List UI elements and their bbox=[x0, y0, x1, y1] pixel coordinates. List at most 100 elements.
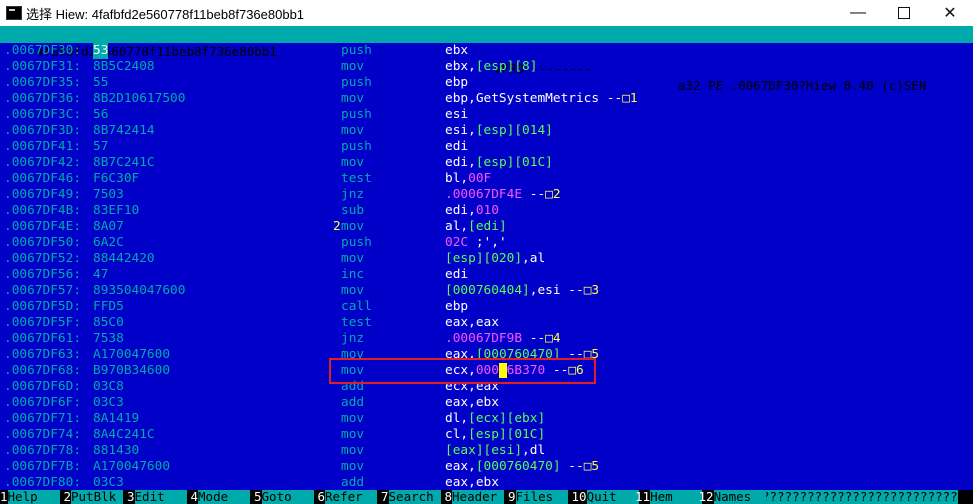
fkey-hem[interactable]: 11Hem bbox=[635, 490, 703, 504]
table-row[interactable]: .0067DF74: 8A4C241C mov cl,[esp][01C] bbox=[0, 427, 973, 443]
table-row[interactable]: .0067DF6D: 03C8 add ecx,eax bbox=[0, 379, 973, 395]
fkey-refer[interactable]: 6Refer bbox=[318, 490, 378, 504]
row-mnemonic: push bbox=[341, 75, 372, 90]
table-row[interactable]: .0067DF3D: 8B742414 mov esi,[esp][014] bbox=[0, 123, 973, 139]
table-row[interactable]: .0067DF41: 57 push edi bbox=[0, 139, 973, 155]
row-mnemonic: mov bbox=[341, 347, 365, 362]
table-row[interactable]: .0067DF4B: 83EF10 sub edi,010 bbox=[0, 203, 973, 219]
row-hex-bytes: 03C8 bbox=[93, 379, 124, 394]
table-row[interactable]: .0067DF5D: FFD5 call ebp bbox=[0, 299, 973, 315]
row-address: .0067DF6D: bbox=[4, 379, 82, 394]
disassembly-listing[interactable]: .0067DF30: 53 push ebx .0067DF31: 8B5C2408 mov… bbox=[0, 43, 973, 491]
row-address: .0067DF61: bbox=[4, 331, 82, 346]
row-mnemonic: mov bbox=[341, 251, 365, 266]
row-operands: eax,ebx bbox=[445, 475, 499, 491]
fkey-number: 11 bbox=[635, 490, 651, 504]
row-mnemonic: sub bbox=[341, 203, 365, 218]
row-address: .0067DF3D: bbox=[4, 123, 82, 138]
fkey-label: Mode bbox=[198, 490, 251, 504]
operand-token: [esp][01C] bbox=[475, 155, 553, 170]
hiew-console[interactable]: 4fafbfd2e560778f11beb8f736e80bb1 ↓FRO --… bbox=[0, 26, 973, 504]
row-address: .0067DF49: bbox=[4, 187, 82, 202]
row-operands: edi,010 bbox=[445, 203, 499, 219]
operand-token: [eax][esi] bbox=[445, 443, 523, 458]
row-hex-bytes: 7503 bbox=[93, 187, 124, 202]
table-row[interactable]: .0067DF57: 893504047600 mov [000760404],esi… bbox=[0, 283, 973, 299]
table-row[interactable]: .0067DF6F: 03C3 add eax,ebx bbox=[0, 395, 973, 411]
fkey-search[interactable]: 7Search bbox=[381, 490, 441, 504]
operand-token: [edi] bbox=[468, 219, 507, 234]
operand-token: [000760404] bbox=[445, 283, 530, 298]
operand-token: ecx,eax bbox=[445, 379, 499, 394]
operand-token: ecx, bbox=[445, 363, 476, 378]
table-row[interactable]: .0067DF68: B970B34600 mov ecx,00046B370 --□… bbox=[0, 363, 973, 379]
fkey-goto[interactable]: 5Goto bbox=[254, 490, 314, 504]
row-address: .0067DF30: bbox=[4, 43, 82, 58]
row-mnemonic: call bbox=[341, 299, 372, 314]
table-row[interactable]: .0067DF46: F6C30F test bl,00F bbox=[0, 171, 973, 187]
row-operands: [esp][020],al bbox=[445, 251, 545, 267]
fkey-number: 3 bbox=[127, 490, 135, 504]
row-operands: ecx,eax bbox=[445, 379, 499, 395]
table-row[interactable]: .0067DF49: 7503 jnz .00067DF4E --□2 bbox=[0, 187, 973, 203]
fkey-number: 8 bbox=[444, 490, 453, 504]
table-row[interactable]: .0067DF61: 7538 jnz .00067DF9B --□4 bbox=[0, 331, 973, 347]
table-row[interactable]: .0067DF80: 03C3 add eax,ebx bbox=[0, 475, 973, 491]
minimize-button[interactable]: — bbox=[835, 0, 881, 26]
table-row[interactable]: .0067DF56: 47 inc edi bbox=[0, 267, 973, 283]
operand-token: esi bbox=[445, 107, 469, 122]
table-row[interactable]: .0067DF71: 8A1419 mov dl,[ecx][ebx] bbox=[0, 411, 973, 427]
row-mnemonic: mov bbox=[341, 123, 365, 138]
table-row[interactable]: .0067DF5F: 85C0 test eax,eax bbox=[0, 315, 973, 331]
row-operands: [000760404],esi --□3 bbox=[445, 283, 599, 299]
table-row[interactable]: .0067DF52: 88442420 mov [esp][020],al bbox=[0, 251, 973, 267]
operand-token: -- bbox=[522, 331, 546, 346]
table-row[interactable]: .0067DF78: 881430 mov [eax][esi],dl bbox=[0, 443, 973, 459]
table-row[interactable]: .0067DF30: 53 push ebx bbox=[0, 43, 973, 59]
fkey-putblk[interactable]: 2PutBlk bbox=[64, 490, 124, 504]
table-row[interactable]: .0067DF36: 8B2D10617500 mov ebp,GetSystemMe… bbox=[0, 91, 973, 107]
table-row[interactable]: .0067DF63: A170047600 mov eax,[000760470] -… bbox=[0, 347, 973, 363]
fkey-label: Goto bbox=[261, 490, 314, 504]
row-mnemonic: test bbox=[341, 315, 372, 330]
fkey-help[interactable]: 1Help bbox=[0, 490, 60, 504]
fkey-mode[interactable]: 4Mode bbox=[191, 490, 251, 504]
row-operands: al,[edi] bbox=[445, 219, 507, 235]
fkey-quit[interactable]: 10Quit bbox=[572, 490, 639, 504]
row-mnemonic: jnz bbox=[341, 331, 365, 346]
table-row[interactable]: .0067DF3C: 56 push esi bbox=[0, 107, 973, 123]
row-mnemonic: mov bbox=[341, 411, 365, 426]
table-row[interactable]: .0067DF50: 6A2C push 02C ;',' bbox=[0, 235, 973, 251]
row-address: .0067DF3C: bbox=[4, 107, 82, 122]
operand-token: □3 bbox=[583, 283, 600, 298]
fkey-edit[interactable]: 3Edit bbox=[127, 490, 187, 504]
maximize-button[interactable] bbox=[881, 0, 927, 26]
table-row[interactable]: .0067DF4E: 8A07 2 mov al,[edi] bbox=[0, 219, 973, 235]
fkey-number: 4 bbox=[190, 490, 199, 504]
fkey-names[interactable]: 12Names bbox=[699, 490, 766, 504]
fkey-header[interactable]: 8Header bbox=[445, 490, 505, 504]
row-hex-bytes: 56 bbox=[93, 107, 109, 122]
row-mnemonic: mov bbox=[341, 155, 365, 170]
table-row[interactable]: .0067DF42: 8B7C241C mov edi,[esp][01C] bbox=[0, 155, 973, 171]
operand-token: .00067DF9B bbox=[445, 331, 523, 346]
table-row[interactable]: .0067DF7B: A170047600 mov eax,[000760470] -… bbox=[0, 459, 973, 475]
row-operands: 02C ;',' bbox=[445, 235, 514, 251]
operand-token: □2 bbox=[545, 187, 561, 202]
row-mnemonic: push bbox=[341, 43, 372, 58]
fkey-files[interactable]: 9Files bbox=[508, 490, 568, 504]
row-hex-bytes: 881430 bbox=[93, 443, 140, 458]
row-address: .0067DF36: bbox=[4, 91, 82, 106]
row-mnemonic: mov bbox=[341, 219, 365, 234]
row-mnemonic: mov bbox=[341, 91, 365, 106]
close-button[interactable]: ✕ bbox=[927, 0, 973, 26]
row-hex-bytes: 55 bbox=[93, 75, 109, 90]
operand-token: [esp][020] bbox=[445, 251, 523, 266]
row-address: .0067DF42: bbox=[4, 155, 82, 170]
table-row[interactable]: .0067DF31: 8B5C2408 mov ebx,[esp][8] bbox=[0, 59, 973, 75]
fkey-label: Files bbox=[515, 490, 568, 504]
row-address: .0067DF35: bbox=[4, 75, 82, 90]
table-row[interactable]: .0067DF35: 55 push ebp bbox=[0, 75, 973, 91]
row-operands: .00067DF4E --□2 bbox=[445, 187, 561, 203]
fkey-label: Refer bbox=[325, 490, 378, 504]
